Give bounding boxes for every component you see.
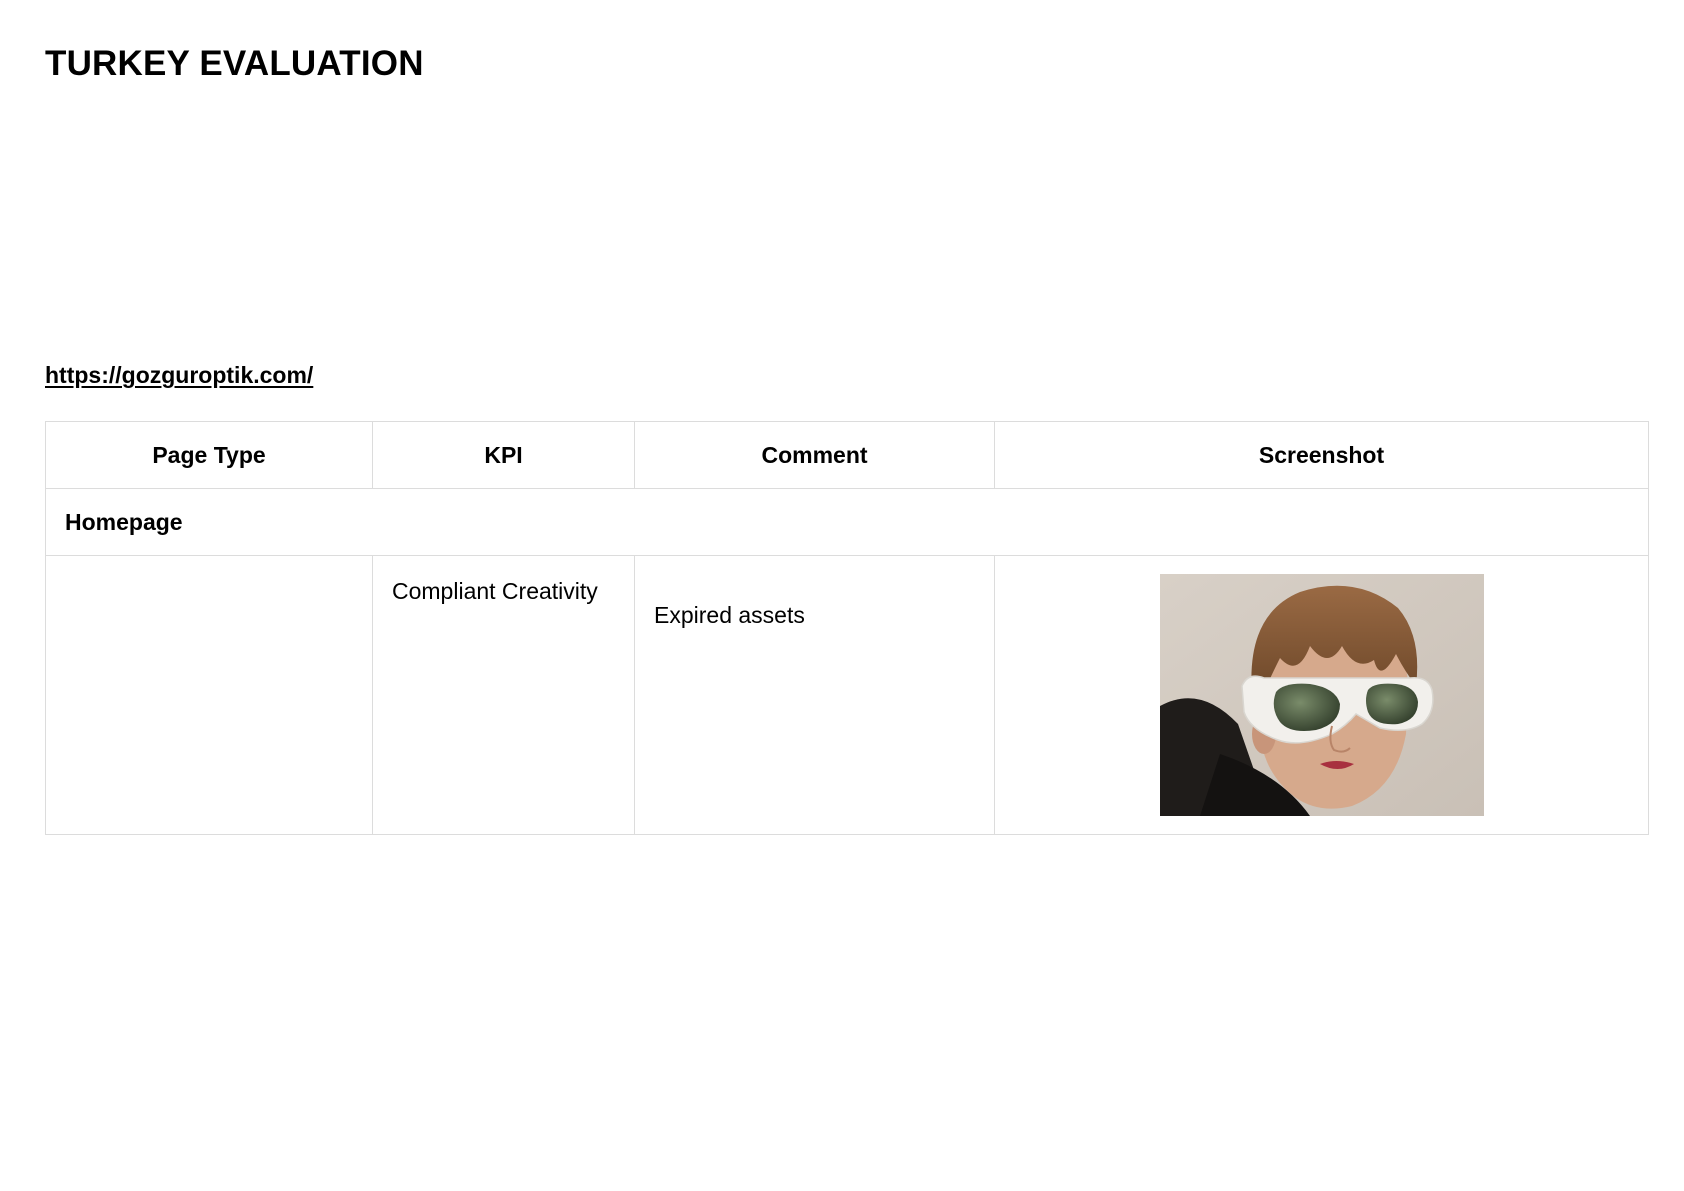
cell-page-type bbox=[45, 555, 373, 835]
screenshot-wrapper bbox=[995, 556, 1648, 822]
table-header-row: Page Type KPI Comment Screenshot bbox=[45, 421, 1649, 489]
section-label-homepage: Homepage bbox=[45, 488, 1649, 556]
table-row: Compliant Creativity Expired assets bbox=[45, 555, 1649, 835]
header-kpi: KPI bbox=[372, 421, 635, 489]
comment-text: Expired assets bbox=[654, 602, 805, 628]
section-row: Homepage bbox=[45, 488, 1649, 556]
header-comment: Comment bbox=[634, 421, 995, 489]
kpi-text: Compliant Creativity bbox=[392, 578, 598, 604]
screenshot-image bbox=[1159, 574, 1484, 816]
header-screenshot: Screenshot bbox=[994, 421, 1649, 489]
cell-kpi: Compliant Creativity bbox=[372, 555, 635, 835]
document-title: TURKEY EVALUATION bbox=[45, 44, 424, 83]
header-page-type: Page Type bbox=[45, 421, 373, 489]
site-url-link[interactable]: https://gozguroptik.com/ bbox=[45, 362, 313, 389]
evaluation-table: Page Type KPI Comment Screenshot Homepag… bbox=[45, 421, 1649, 835]
cell-comment: Expired assets bbox=[634, 555, 995, 835]
cell-screenshot bbox=[994, 555, 1649, 835]
